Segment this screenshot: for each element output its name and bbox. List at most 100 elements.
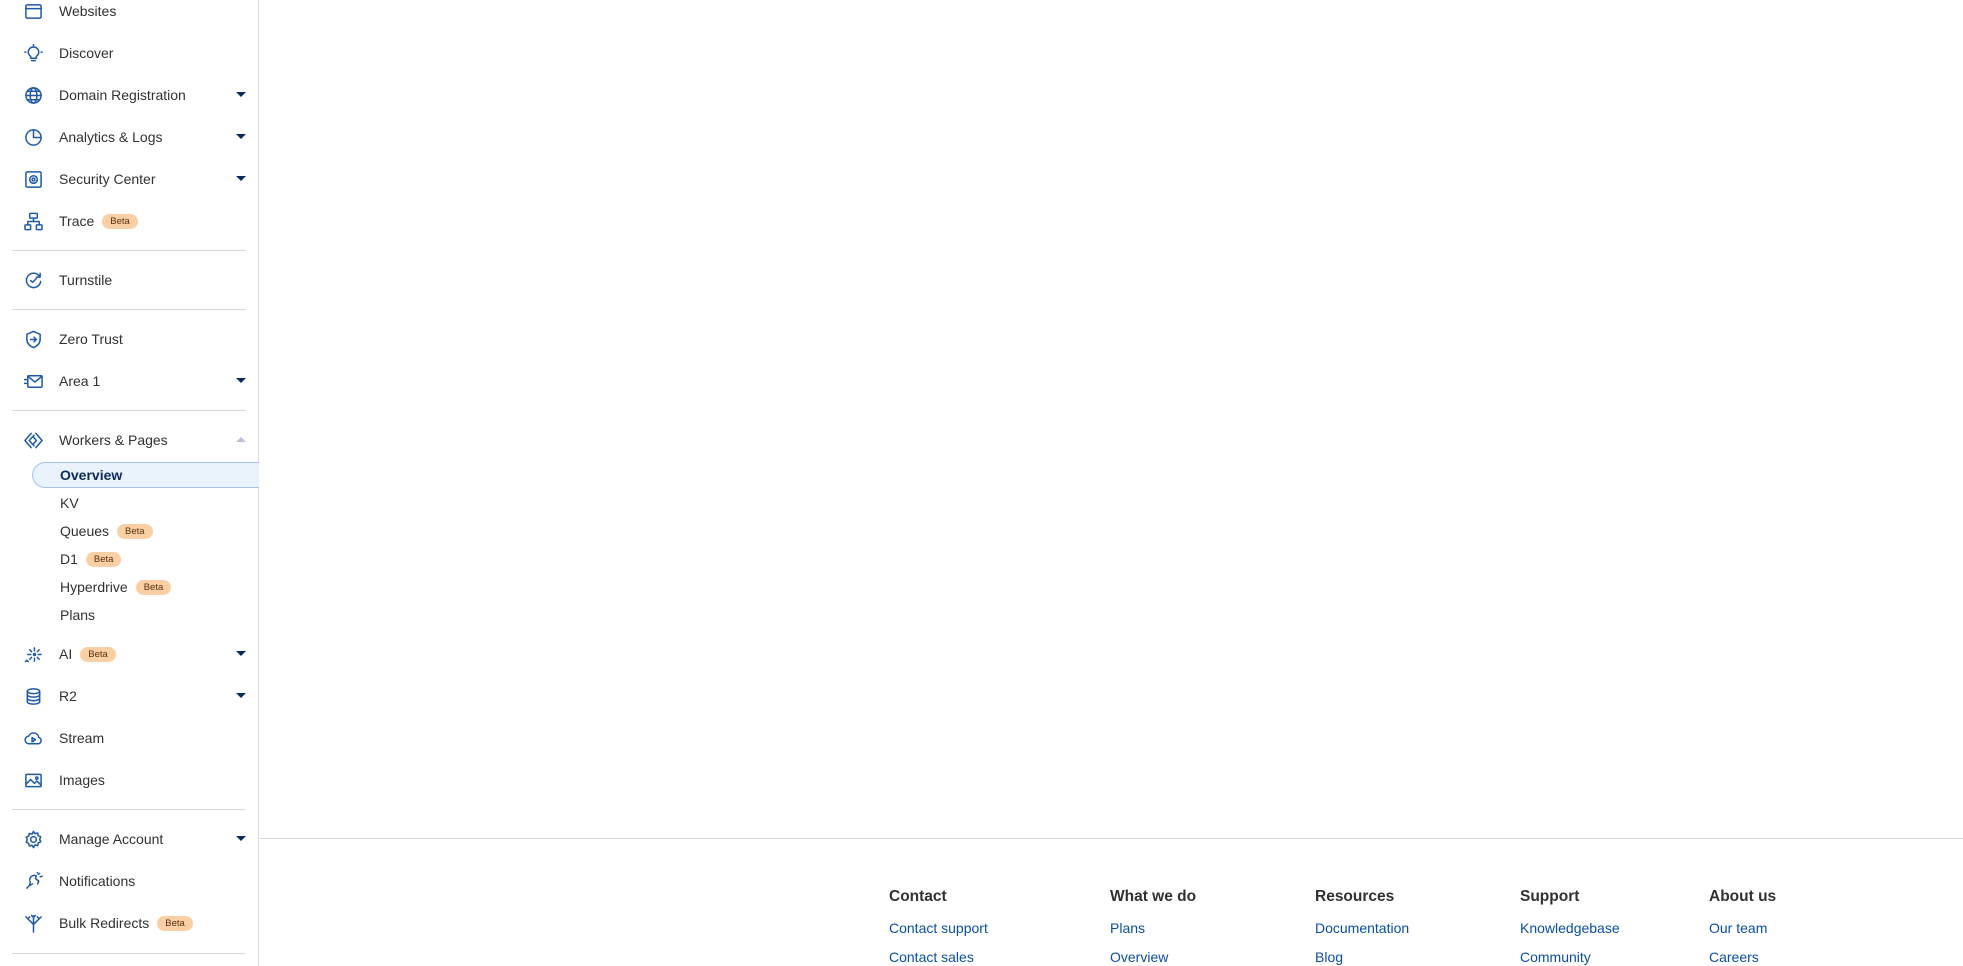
footer-link-contact-support[interactable]: Contact support	[889, 920, 988, 949]
sidebar: Websites Discover Domain Registration An…	[0, 0, 259, 966]
sidebar-item-workers-pages[interactable]: Workers & Pages	[12, 422, 246, 458]
sidebar-subitem-label: Queues	[60, 523, 110, 539]
footer-link-overview[interactable]: Overview	[1110, 949, 1196, 966]
chevron-down-icon[interactable]	[236, 836, 246, 841]
cloud-play-icon	[22, 727, 44, 749]
sidebar-item-label: Turnstile	[59, 272, 113, 288]
footer-column-contact: Contact Contact support Contact sales	[889, 888, 988, 966]
footer-link-our-team[interactable]: Our team	[1709, 920, 1776, 949]
sidebar-divider	[12, 250, 246, 251]
sidebar-subitem-queues[interactable]: Queues Beta	[32, 518, 259, 544]
beta-badge: Beta	[102, 213, 138, 229]
sidebar-item-label: Manage Account	[59, 831, 164, 847]
window-icon	[22, 0, 44, 22]
footer-link-careers[interactable]: Careers	[1709, 949, 1776, 966]
sidebar-divider	[12, 309, 246, 310]
sidebar-item-label: Bulk Redirects	[59, 915, 150, 931]
app-root: Websites Discover Domain Registration An…	[0, 0, 1963, 966]
workers-icon	[22, 429, 44, 451]
chevron-down-icon[interactable]	[236, 134, 246, 139]
sidebar-item-trace[interactable]: Trace Beta	[12, 203, 246, 239]
redirect-icon	[22, 912, 44, 934]
email-icon	[22, 370, 44, 392]
sidebar-item-label: AI	[59, 646, 73, 662]
footer-heading: About us	[1709, 888, 1777, 905]
turnstile-icon	[22, 269, 44, 291]
sidebar-subitem-label: Hyperdrive	[60, 579, 128, 595]
sidebar-item-label: R2	[59, 688, 77, 704]
sidebar-item-notifications[interactable]: Notifications	[12, 863, 246, 899]
ai-sparkle-icon	[22, 643, 44, 665]
footer-link-knowledgebase[interactable]: Knowledgebase	[1520, 920, 1620, 949]
footer-link-community[interactable]: Community	[1520, 949, 1620, 966]
sidebar-item-images[interactable]: Images	[12, 762, 246, 798]
sidebar-item-zero-trust[interactable]: Zero Trust	[12, 321, 246, 357]
sidebar-item-turnstile[interactable]: Turnstile	[12, 262, 246, 298]
footer-heading: Contact	[889, 888, 947, 905]
footer-heading: What we do	[1110, 888, 1197, 905]
chevron-down-icon[interactable]	[236, 176, 246, 181]
sidebar-item-domain-registration[interactable]: Domain Registration	[12, 77, 246, 113]
sidebar-item-websites[interactable]: Websites	[12, 0, 246, 29]
sidebar-item-label: Domain Registration	[59, 87, 186, 103]
sidebar-subitem-label: Plans	[60, 607, 96, 623]
sidebar-item-label: Images	[59, 772, 105, 788]
beta-badge: Beta	[85, 551, 122, 567]
chevron-up-icon[interactable]	[236, 437, 246, 442]
sidebar-item-area-1[interactable]: Area 1	[12, 363, 246, 399]
sidebar-divider	[12, 410, 246, 411]
globe-icon	[22, 84, 44, 106]
sidebar-item-ai[interactable]: AI Beta	[12, 636, 246, 672]
sidebar-divider	[12, 809, 246, 810]
sidebar-subitem-overview[interactable]: Overview	[32, 462, 259, 488]
sidebar-item-analytics-logs[interactable]: Analytics & Logs	[12, 119, 246, 155]
sidebar-item-label: Websites	[59, 3, 117, 19]
footer-link-blog[interactable]: Blog	[1315, 949, 1409, 966]
sidebar-item-label: Discover	[59, 45, 114, 61]
sidebar-item-manage-account[interactable]: Manage Account	[12, 821, 246, 857]
footer-heading: Support	[1520, 888, 1580, 905]
footer-heading: Resources	[1315, 888, 1395, 905]
chevron-down-icon[interactable]	[236, 651, 246, 656]
sidebar-subitem-label: KV	[60, 495, 79, 511]
sidebar-item-label: Security Center	[59, 171, 156, 187]
footer-column-support: Support Knowledgebase Community	[1520, 888, 1620, 966]
lightbulb-icon	[22, 42, 44, 64]
sidebar-item-stream[interactable]: Stream	[12, 720, 246, 756]
sidebar-item-label: Notifications	[59, 873, 136, 889]
sidebar-subitem-kv[interactable]: KV	[32, 490, 259, 516]
gear-icon	[22, 828, 44, 850]
footer-link-documentation[interactable]: Documentation	[1315, 920, 1409, 949]
sidebar-divider	[12, 953, 246, 954]
footer-link-plans[interactable]: Plans	[1110, 920, 1196, 949]
sidebar-subitem-d1[interactable]: D1 Beta	[32, 546, 259, 572]
sidebar-item-label: Zero Trust	[59, 331, 123, 347]
zero-trust-icon	[22, 328, 44, 350]
footer-column-what-we-do: What we do Plans Overview	[1110, 888, 1196, 966]
trace-icon	[22, 210, 44, 232]
footer-column-about-us: About us Our team Careers	[1709, 888, 1776, 966]
sidebar-subitem-plans[interactable]: Plans	[32, 602, 259, 628]
notification-icon	[22, 870, 44, 892]
sidebar-item-label: Trace	[59, 213, 95, 229]
footer-divider	[260, 838, 1963, 839]
sidebar-item-label: Workers & Pages	[59, 432, 168, 448]
beta-badge: Beta	[157, 915, 193, 931]
pie-chart-icon	[22, 126, 44, 148]
chevron-down-icon[interactable]	[236, 92, 246, 97]
sidebar-item-r2[interactable]: R2	[12, 678, 246, 714]
sidebar-item-label: Analytics & Logs	[59, 129, 163, 145]
footer-link-contact-sales[interactable]: Contact sales	[889, 949, 988, 966]
chevron-down-icon[interactable]	[236, 693, 246, 698]
sidebar-item-security-center[interactable]: Security Center	[12, 161, 246, 197]
security-center-icon	[22, 168, 44, 190]
beta-badge: Beta	[117, 523, 153, 539]
sidebar-subitem-label: D1	[60, 551, 78, 567]
sidebar-item-label: Stream	[59, 730, 105, 746]
beta-badge: Beta	[135, 579, 172, 595]
sidebar-item-bulk-redirects[interactable]: Bulk Redirects Beta	[12, 905, 246, 941]
chevron-down-icon[interactable]	[236, 378, 246, 383]
sidebar-item-discover[interactable]: Discover	[12, 35, 246, 71]
sidebar-subitem-hyperdrive[interactable]: Hyperdrive Beta	[32, 574, 259, 600]
sidebar-item-label: Area 1	[59, 373, 101, 389]
